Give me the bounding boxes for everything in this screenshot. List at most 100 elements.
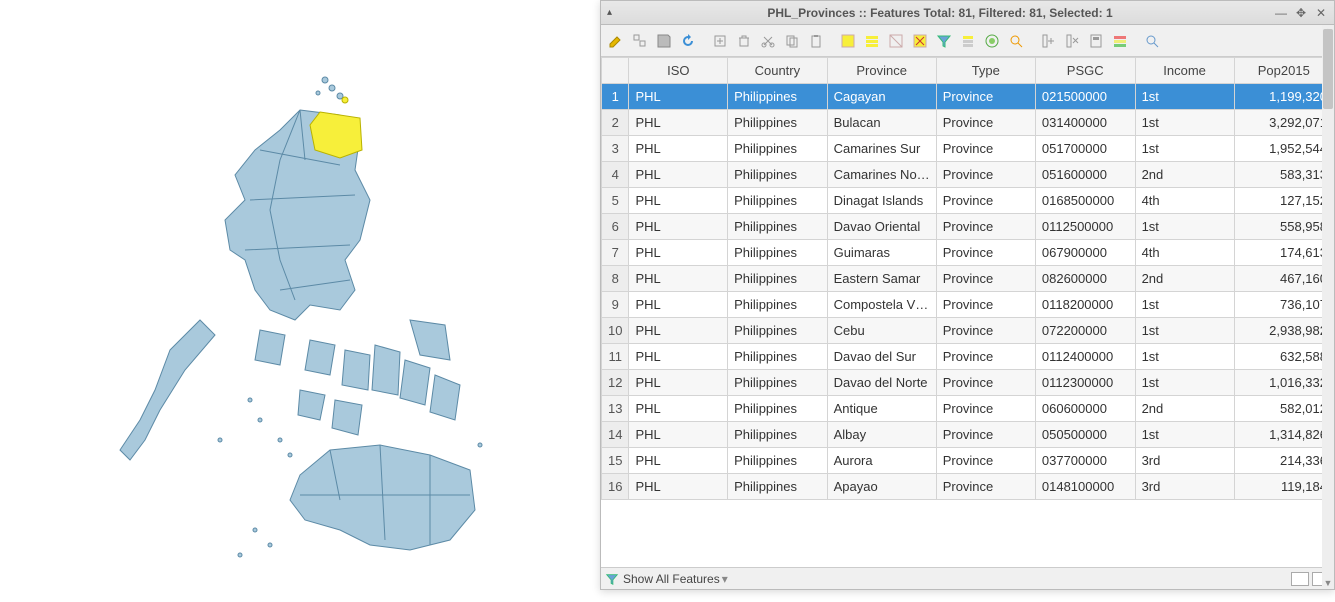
cell-pop[interactable]: 119,184 (1234, 474, 1333, 500)
cell-income[interactable]: 4th (1135, 188, 1234, 214)
cell-country[interactable]: Philippines (728, 110, 827, 136)
delete-feature-icon[interactable] (733, 30, 755, 52)
cell-psgc[interactable]: 072200000 (1035, 318, 1135, 344)
cell-iso[interactable]: PHL (629, 240, 728, 266)
cell-country[interactable]: Philippines (728, 396, 827, 422)
cell-type[interactable]: Province (936, 266, 1035, 292)
dock-icon[interactable] (1141, 30, 1163, 52)
cell-province[interactable]: Albay (827, 422, 936, 448)
cell-province[interactable]: Apayao (827, 474, 936, 500)
cell-psgc[interactable]: 0112300000 (1035, 370, 1135, 396)
cell-country[interactable]: Philippines (728, 266, 827, 292)
toggle-edit-icon[interactable] (605, 30, 627, 52)
table-row[interactable]: 12PHLPhilippinesDavao del NorteProvince0… (602, 370, 1334, 396)
cell-iso[interactable]: PHL (629, 84, 728, 110)
cell-type[interactable]: Province (936, 162, 1035, 188)
vertical-scrollbar[interactable]: ▲ ▼ (1322, 25, 1334, 589)
table-row[interactable]: 7PHLPhilippinesGuimarasProvince067900000… (602, 240, 1334, 266)
delete-field-icon[interactable] (1061, 30, 1083, 52)
attribute-table[interactable]: ISO Country Province Type PSGC Income Po… (601, 57, 1334, 567)
filter-small-icon[interactable] (605, 572, 619, 586)
cell-country[interactable]: Philippines (728, 448, 827, 474)
field-calculator-icon[interactable] (1085, 30, 1107, 52)
col-header-province[interactable]: Province (827, 58, 936, 84)
cell-income[interactable]: 1st (1135, 214, 1234, 240)
cell-pop[interactable]: 582,012 (1234, 396, 1333, 422)
table-view-button[interactable] (1291, 572, 1309, 586)
cell-province[interactable]: Guimaras (827, 240, 936, 266)
cell-type[interactable]: Province (936, 396, 1035, 422)
cell-income[interactable]: 3rd (1135, 474, 1234, 500)
cell-province[interactable]: Cagayan (827, 84, 936, 110)
minimize-button[interactable]: — (1274, 6, 1288, 20)
cell-iso[interactable]: PHL (629, 422, 728, 448)
cell-country[interactable]: Philippines (728, 370, 827, 396)
cell-pop[interactable]: 174,613 (1234, 240, 1333, 266)
cell-iso[interactable]: PHL (629, 396, 728, 422)
filter-icon[interactable] (933, 30, 955, 52)
cell-iso[interactable]: PHL (629, 110, 728, 136)
cell-pop[interactable]: 467,160 (1234, 266, 1333, 292)
cell-type[interactable]: Province (936, 370, 1035, 396)
cell-psgc[interactable]: 067900000 (1035, 240, 1135, 266)
cell-type[interactable]: Province (936, 188, 1035, 214)
reload-icon[interactable] (677, 30, 699, 52)
map-canvas[interactable] (0, 0, 600, 599)
cell-income[interactable]: 1st (1135, 136, 1234, 162)
cell-country[interactable]: Philippines (728, 422, 827, 448)
cell-income[interactable]: 2nd (1135, 266, 1234, 292)
cell-country[interactable]: Philippines (728, 240, 827, 266)
cell-income[interactable]: 1st (1135, 110, 1234, 136)
col-header-income[interactable]: Income (1135, 58, 1234, 84)
cell-pop[interactable]: 583,313 (1234, 162, 1333, 188)
cell-province[interactable]: Antique (827, 396, 936, 422)
cell-psgc[interactable]: 037700000 (1035, 448, 1135, 474)
cell-rownum[interactable]: 7 (602, 240, 629, 266)
table-row[interactable]: 13PHLPhilippinesAntiqueProvince060600000… (602, 396, 1334, 422)
col-header-psgc[interactable]: PSGC (1035, 58, 1135, 84)
cell-province[interactable]: Aurora (827, 448, 936, 474)
cell-rownum[interactable]: 2 (602, 110, 629, 136)
cell-country[interactable]: Philippines (728, 344, 827, 370)
table-row[interactable]: 5PHLPhilippinesDinagat IslandsProvince01… (602, 188, 1334, 214)
cell-country[interactable]: Philippines (728, 214, 827, 240)
table-row[interactable]: 1PHLPhilippinesCagayanProvince0215000001… (602, 84, 1334, 110)
select-expression-icon[interactable] (837, 30, 859, 52)
cell-pop[interactable]: 214,336 (1234, 448, 1333, 474)
cell-psgc[interactable]: 051600000 (1035, 162, 1135, 188)
cell-iso[interactable]: PHL (629, 162, 728, 188)
cell-iso[interactable]: PHL (629, 344, 728, 370)
cell-rownum[interactable]: 1 (602, 84, 629, 110)
cell-iso[interactable]: PHL (629, 448, 728, 474)
table-row[interactable]: 16PHLPhilippinesApayaoProvince0148100000… (602, 474, 1334, 500)
cell-psgc[interactable]: 0112500000 (1035, 214, 1135, 240)
cell-type[interactable]: Province (936, 240, 1035, 266)
cell-rownum[interactable]: 6 (602, 214, 629, 240)
cell-pop[interactable]: 736,107 (1234, 292, 1333, 318)
save-edits-icon[interactable] (653, 30, 675, 52)
cell-income[interactable]: 1st (1135, 292, 1234, 318)
pan-to-selected-icon[interactable] (981, 30, 1003, 52)
cell-rownum[interactable]: 13 (602, 396, 629, 422)
select-all-icon[interactable] (861, 30, 883, 52)
cell-income[interactable]: 1st (1135, 318, 1234, 344)
cell-income[interactable]: 1st (1135, 422, 1234, 448)
cell-country[interactable]: Philippines (728, 188, 827, 214)
deselect-all-icon[interactable] (909, 30, 931, 52)
table-row[interactable]: 10PHLPhilippinesCebuProvince0722000001st… (602, 318, 1334, 344)
cell-psgc[interactable]: 050500000 (1035, 422, 1135, 448)
cell-type[interactable]: Province (936, 136, 1035, 162)
cell-province[interactable]: Bulacan (827, 110, 936, 136)
cell-type[interactable]: Province (936, 214, 1035, 240)
cell-type[interactable]: Province (936, 110, 1035, 136)
cell-pop[interactable]: 1,199,320 (1234, 84, 1333, 110)
col-header-type[interactable]: Type (936, 58, 1035, 84)
cell-income[interactable]: 1st (1135, 370, 1234, 396)
cell-province[interactable]: Davao del Sur (827, 344, 936, 370)
cell-rownum[interactable]: 9 (602, 292, 629, 318)
cell-country[interactable]: Philippines (728, 292, 827, 318)
scrollbar-thumb[interactable] (1323, 29, 1333, 109)
cell-iso[interactable]: PHL (629, 474, 728, 500)
cell-type[interactable]: Province (936, 448, 1035, 474)
cell-country[interactable]: Philippines (728, 474, 827, 500)
